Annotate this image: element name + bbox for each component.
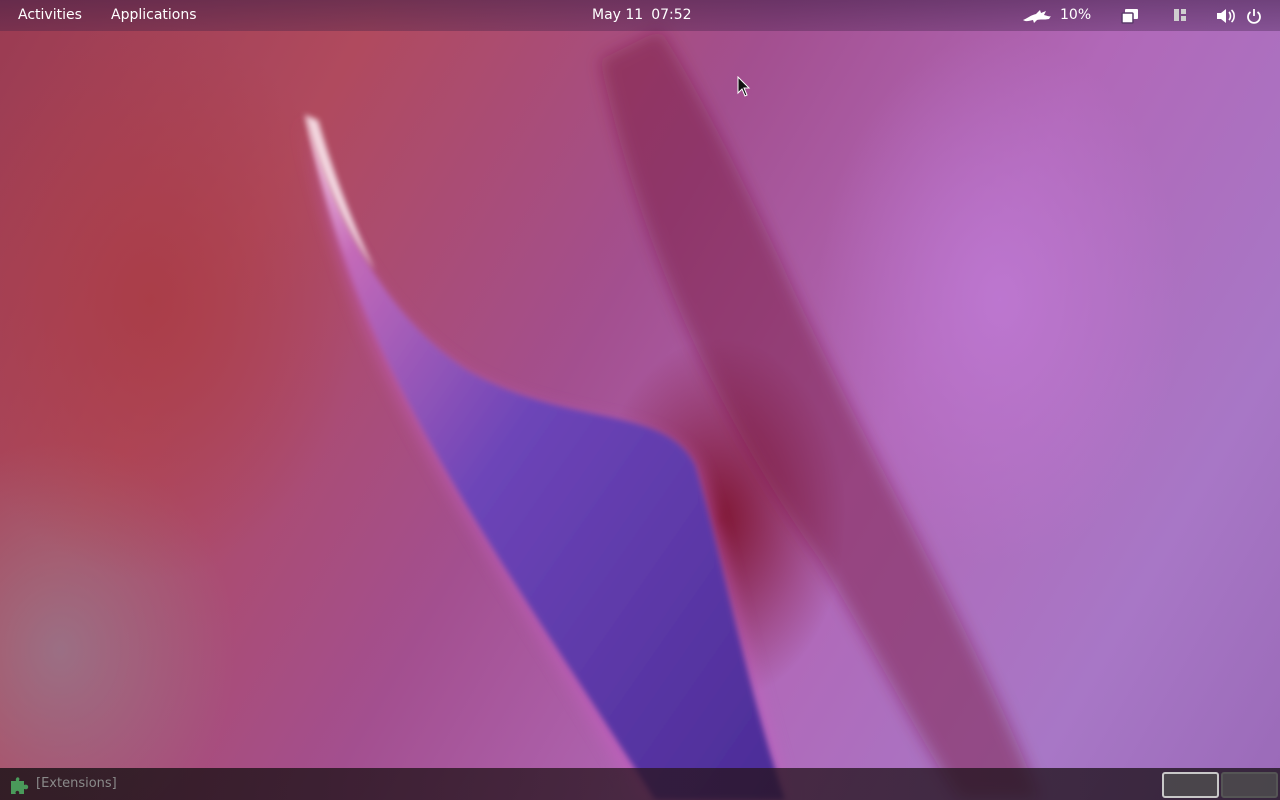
workspace-2-thumbnail[interactable]: [1221, 772, 1278, 798]
layout-icon[interactable]: [1173, 0, 1189, 31]
extensions-label[interactable]: [Extensions]: [36, 768, 117, 800]
wallpaper: [300, 30, 1040, 800]
clock-button[interactable]: May 11 07:52: [592, 0, 692, 31]
extensions-puzzle-icon[interactable]: [9, 775, 31, 795]
activities-button[interactable]: Activities: [18, 0, 82, 31]
date-label: May 11: [592, 7, 644, 23]
desktop[interactable]: Activities Applications May 11 07:52 10%: [0, 0, 1280, 800]
top-bar: Activities Applications May 11 07:52 10%: [0, 0, 1280, 31]
battery-percent-label[interactable]: 10%: [1060, 0, 1091, 31]
power-icon[interactable]: [1246, 0, 1264, 31]
mouse-cursor-icon: [737, 76, 751, 97]
applications-menu-button[interactable]: Applications: [111, 0, 197, 31]
bottom-panel: [Extensions]: [0, 768, 1280, 800]
workspace-1-thumbnail[interactable]: [1162, 772, 1219, 798]
time-label: 07:52: [651, 7, 692, 23]
volume-icon[interactable]: [1216, 0, 1236, 31]
weather-icon[interactable]: [1022, 0, 1052, 31]
window-icon[interactable]: [1121, 0, 1141, 31]
